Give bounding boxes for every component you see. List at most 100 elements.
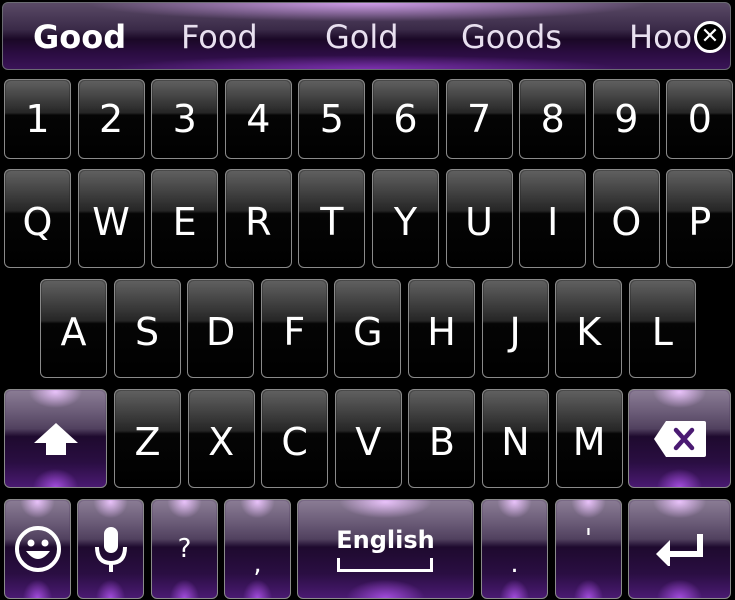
- key-label: B: [428, 419, 455, 464]
- key-label: 9: [614, 97, 639, 141]
- emoji-key[interactable]: [4, 499, 71, 599]
- backspace-icon: [653, 420, 706, 457]
- key-label: M: [572, 419, 606, 464]
- letter-key-i[interactable]: I: [519, 169, 587, 268]
- key-label: 7: [467, 97, 492, 141]
- letter-key-h[interactable]: H: [408, 279, 475, 378]
- letter-key-t[interactable]: T: [298, 169, 366, 268]
- key-label: 3: [172, 97, 197, 141]
- key-label: 2: [99, 97, 124, 141]
- key-label: L: [651, 309, 673, 354]
- question-key[interactable]: ?: [151, 499, 218, 599]
- key-label: Y: [393, 199, 418, 244]
- letter-key-v[interactable]: V: [334, 389, 402, 488]
- key-label: W: [92, 199, 130, 244]
- shift-key[interactable]: [4, 389, 107, 488]
- number-key-5[interactable]: 5: [298, 79, 366, 159]
- letter-key-f[interactable]: F: [260, 279, 328, 378]
- key-label: 1: [25, 97, 50, 141]
- question-label: ?: [177, 534, 192, 564]
- key-label: R: [245, 199, 272, 244]
- key-label: 4: [246, 97, 271, 141]
- key-label: A: [60, 309, 87, 354]
- number-key-2[interactable]: 2: [77, 79, 145, 159]
- key-label: X: [208, 419, 235, 464]
- number-key-9[interactable]: 9: [592, 79, 660, 159]
- letter-key-m[interactable]: M: [555, 389, 623, 488]
- key-label: I: [547, 199, 559, 244]
- number-key-0[interactable]: 0: [666, 79, 734, 159]
- letter-key-d[interactable]: D: [187, 279, 255, 378]
- comma-key[interactable]: ,: [224, 499, 291, 599]
- letter-key-o[interactable]: O: [592, 169, 660, 268]
- key-label: D: [206, 309, 236, 354]
- key-label: K: [576, 309, 602, 354]
- space-language-label: English: [336, 526, 435, 554]
- suggestion-item[interactable]: Good: [33, 17, 126, 57]
- letter-key-u[interactable]: U: [445, 169, 513, 268]
- emoji-icon: [14, 526, 61, 572]
- letter-key-g[interactable]: G: [334, 279, 402, 378]
- key-label: Z: [134, 419, 161, 464]
- key-label: H: [427, 309, 456, 354]
- microphone-icon: [94, 527, 127, 572]
- letter-key-s[interactable]: S: [113, 279, 181, 378]
- backspace-key[interactable]: [628, 389, 731, 488]
- key-label: U: [465, 199, 493, 244]
- comma-label: ,: [253, 549, 262, 579]
- number-key-4[interactable]: 4: [224, 79, 292, 159]
- number-key-3[interactable]: 3: [151, 79, 219, 159]
- letter-key-b[interactable]: B: [408, 389, 476, 488]
- letter-key-j[interactable]: J: [481, 279, 549, 378]
- suggestion-item[interactable]: Goods: [461, 17, 562, 57]
- key-label: G: [353, 309, 383, 354]
- letter-key-n[interactable]: N: [482, 389, 549, 488]
- key-label: C: [281, 419, 308, 464]
- apostrophe-key[interactable]: ': [555, 499, 622, 599]
- letter-key-e[interactable]: E: [151, 169, 219, 268]
- letter-key-l[interactable]: L: [628, 279, 696, 378]
- key-label: T: [320, 199, 344, 244]
- letter-key-w[interactable]: W: [77, 169, 145, 268]
- key-label: F: [283, 309, 306, 354]
- key-label: 5: [319, 97, 344, 141]
- letter-key-r[interactable]: R: [224, 169, 292, 268]
- key-label: P: [688, 199, 712, 244]
- letter-key-p[interactable]: P: [666, 169, 734, 268]
- key-label: J: [509, 309, 521, 354]
- period-label: .: [510, 549, 519, 579]
- key-label: N: [501, 419, 530, 464]
- letter-key-x[interactable]: X: [187, 389, 255, 488]
- apostrophe-label: ': [584, 524, 593, 554]
- number-key-8[interactable]: 8: [519, 79, 587, 159]
- key-label: E: [172, 199, 197, 244]
- enter-key[interactable]: [628, 499, 731, 599]
- letter-key-z[interactable]: Z: [114, 389, 181, 488]
- letter-key-k[interactable]: K: [555, 279, 623, 378]
- spacebar-icon: [337, 558, 434, 572]
- number-key-7[interactable]: 7: [445, 79, 513, 159]
- letter-key-a[interactable]: A: [40, 279, 107, 378]
- letter-key-c[interactable]: C: [261, 389, 329, 488]
- suggestion-item[interactable]: Hoo: [629, 17, 692, 57]
- key-label: Q: [22, 199, 53, 244]
- number-key-1[interactable]: 1: [4, 79, 71, 159]
- enter-icon: [655, 534, 703, 566]
- suggestion-bar: Good Food Gold Goods Hoo ✕: [2, 2, 731, 70]
- shift-arrow-icon: [33, 422, 78, 455]
- close-icon: ✕: [700, 24, 720, 49]
- key-label: 8: [540, 97, 565, 141]
- close-suggestions-button[interactable]: ✕: [694, 21, 726, 53]
- suggestion-item[interactable]: Gold: [325, 17, 399, 57]
- key-label: 6: [393, 97, 418, 141]
- suggestion-item[interactable]: Food: [181, 17, 258, 57]
- key-label: 0: [687, 97, 712, 141]
- period-key[interactable]: .: [481, 499, 548, 599]
- space-key[interactable]: English: [297, 499, 474, 599]
- key-label: V: [355, 419, 382, 464]
- number-key-6[interactable]: 6: [372, 79, 439, 159]
- key-label: S: [135, 309, 160, 354]
- letter-key-q[interactable]: Q: [4, 169, 71, 268]
- letter-key-y[interactable]: Y: [372, 169, 439, 268]
- microphone-key[interactable]: [77, 499, 144, 599]
